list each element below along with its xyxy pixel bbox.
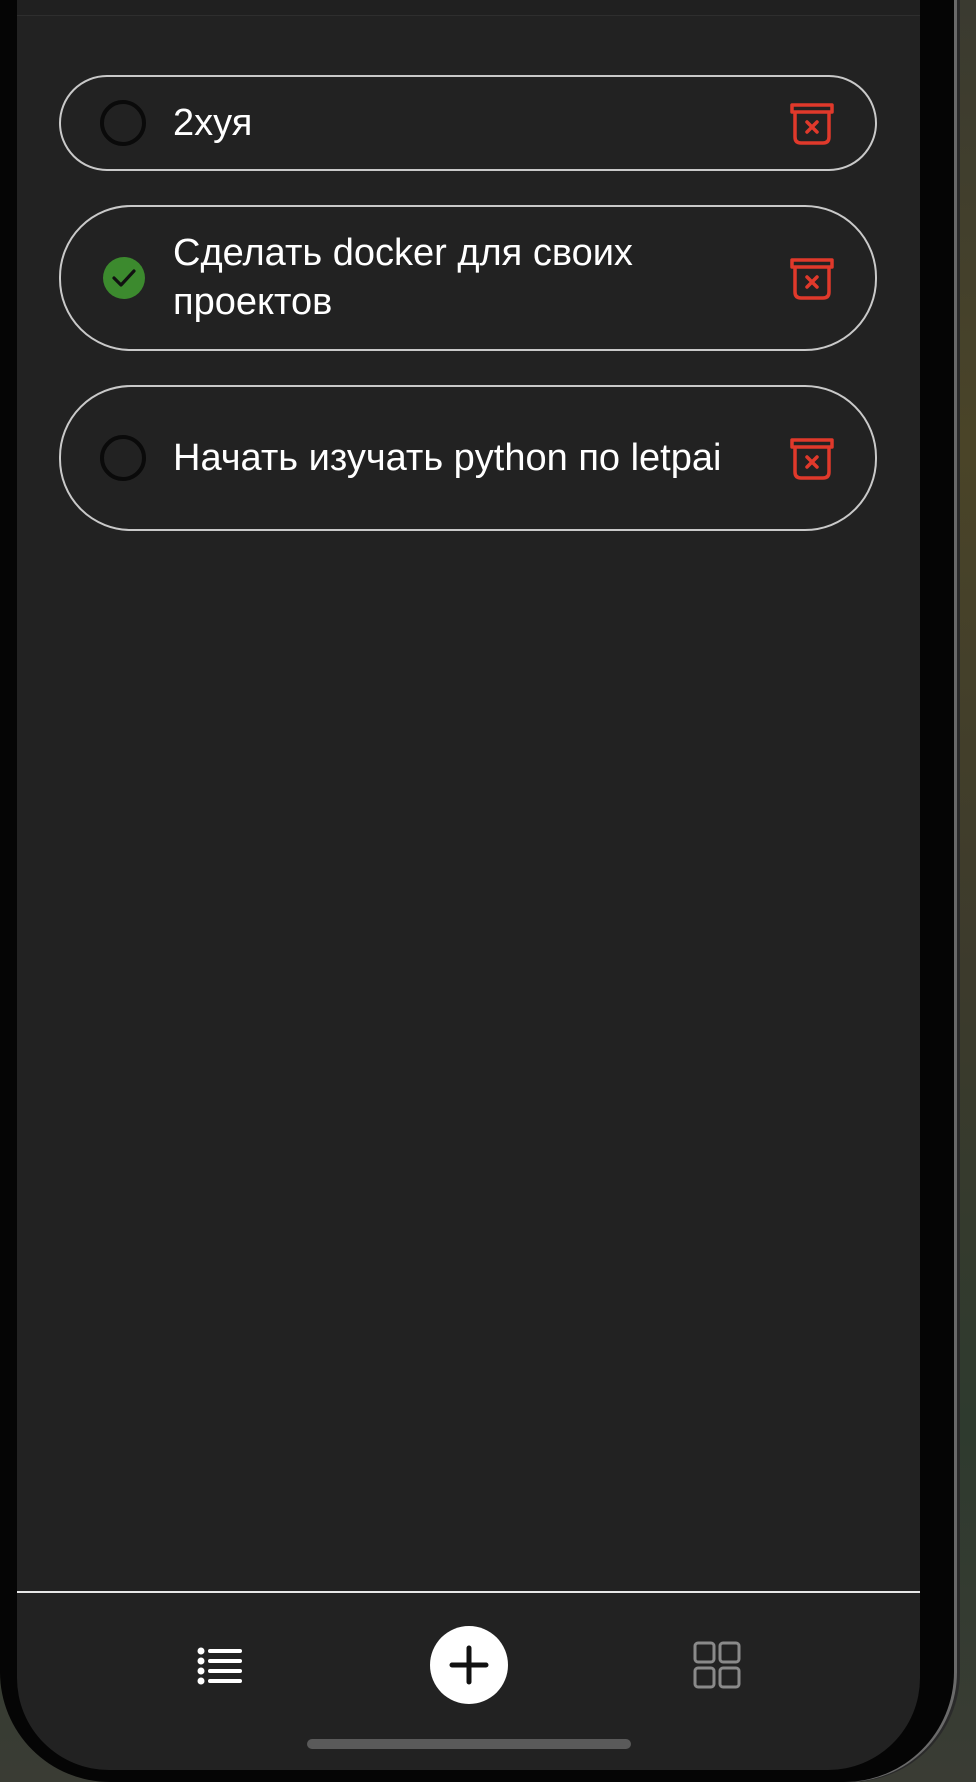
grid-icon[interactable] xyxy=(693,1641,741,1689)
trash-icon[interactable] xyxy=(788,254,836,302)
list-icon[interactable] xyxy=(196,1641,244,1689)
task-item[interactable]: Начать изучать python по letpai xyxy=(59,385,877,531)
add-task-button[interactable] xyxy=(430,1626,508,1704)
trash-icon[interactable] xyxy=(788,99,836,147)
home-indicator[interactable] xyxy=(307,1739,631,1749)
plus-icon xyxy=(449,1645,489,1685)
app-screen: 2хуя Сделать docker для своих проектов Н… xyxy=(17,0,920,1770)
empty-circle-icon[interactable] xyxy=(100,100,146,146)
check-circle-icon[interactable] xyxy=(103,257,145,299)
task-item[interactable]: Сделать docker для своих проектов xyxy=(59,205,877,351)
trash-icon[interactable] xyxy=(788,434,836,482)
task-title: Сделать docker для своих проектов xyxy=(173,232,633,323)
tab-bar-divider xyxy=(17,1591,920,1593)
empty-circle-icon[interactable] xyxy=(100,435,146,481)
task-title: Начать изучать python по letpai xyxy=(173,436,722,479)
header-area xyxy=(17,0,920,16)
task-list: 2хуя Сделать docker для своих проектов Н… xyxy=(59,75,877,565)
task-title: 2хуя xyxy=(173,101,253,144)
task-item[interactable]: 2хуя xyxy=(59,75,877,171)
